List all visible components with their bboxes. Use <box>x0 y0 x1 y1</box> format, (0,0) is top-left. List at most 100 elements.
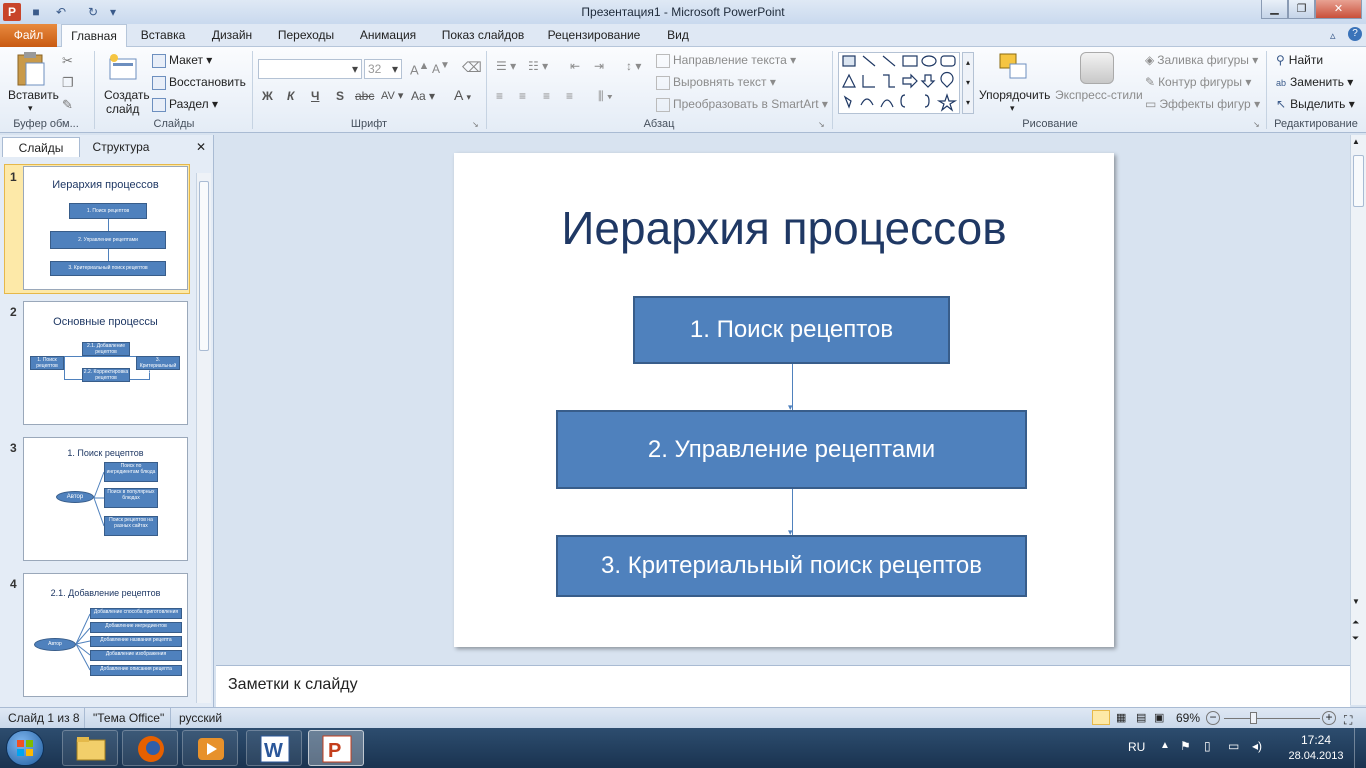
language-indicator[interactable]: русский <box>170 708 222 728</box>
arrange-button[interactable]: Упорядочить <box>979 88 1050 102</box>
grow-font-icon[interactable]: A▲ <box>410 60 429 77</box>
shapes-scroll[interactable]: ▴ ▾ ▾ <box>962 52 974 114</box>
show-desktop-button[interactable] <box>1354 728 1366 768</box>
cut-icon[interactable]: ✂ <box>62 53 73 69</box>
taskbar-explorer[interactable] <box>62 730 118 766</box>
font-size-combo[interactable]: 32 ▾ <box>364 59 402 79</box>
tab-transitions[interactable]: Переходы <box>271 24 341 47</box>
increase-indent-icon[interactable]: ⇥ <box>594 59 604 73</box>
copy-icon[interactable]: ❐ <box>62 75 74 91</box>
minimize-ribbon-icon[interactable]: ▵ <box>1330 29 1336 42</box>
arrange-icon[interactable] <box>998 52 1030 84</box>
find-button[interactable]: ⚲ Найти <box>1276 53 1323 67</box>
maximize-button[interactable]: ❐ <box>1288 0 1315 19</box>
paste-icon[interactable] <box>14 51 48 89</box>
scroll-down-icon[interactable]: ▼ <box>1352 597 1360 606</box>
align-left-icon[interactable]: ≡ <box>496 89 503 103</box>
zoom-slider[interactable] <box>1224 718 1320 719</box>
columns-icon[interactable]: ⫼ ▾ <box>598 89 613 104</box>
zoom-in-icon[interactable]: + <box>1322 711 1336 725</box>
slide-thumb-1[interactable]: Иерархия процессов 1. Поиск рецептов 2. … <box>23 166 188 290</box>
flag-icon[interactable]: ⚑ <box>1180 739 1191 753</box>
tab-review[interactable]: Рецензирование <box>541 24 647 47</box>
drawing-dialog-launcher-icon[interactable]: ↘ <box>1253 120 1260 129</box>
smartart-button[interactable]: Преобразовать в SmartArt ▾ <box>656 97 828 112</box>
replace-button[interactable]: ab Заменить ▾ <box>1276 75 1353 89</box>
process-box-2[interactable]: 2. Управление рецептами <box>556 410 1027 489</box>
scroll-up-icon[interactable]: ▲ <box>1352 137 1360 146</box>
justify-icon[interactable]: ≡ <box>566 89 573 103</box>
font-dialog-launcher-icon[interactable]: ↘ <box>472 120 479 129</box>
numbering-icon[interactable]: ☷ ▾ <box>528 59 548 73</box>
shadow-button[interactable]: S <box>336 89 344 103</box>
thumbs-scrollbar[interactable] <box>196 173 211 703</box>
align-right-icon[interactable]: ≡ <box>543 89 550 103</box>
tab-outline[interactable]: Структура <box>82 137 160 157</box>
volume-icon[interactable]: ◂) <box>1252 739 1262 753</box>
start-button[interactable] <box>6 730 44 766</box>
italic-button[interactable]: К <box>287 89 294 103</box>
prev-slide-icon[interactable]: ⏶ <box>1352 615 1359 629</box>
shrink-font-icon[interactable]: A▼ <box>432 60 450 76</box>
tab-design[interactable]: Дизайн <box>203 24 261 47</box>
align-text-button[interactable]: Выровнять текст ▾ <box>656 75 776 90</box>
shape-effects-button[interactable]: ▭ Эффекты фигур ▾ <box>1145 97 1260 111</box>
new-slide-label-1[interactable]: Создать <box>104 88 150 102</box>
zoom-out-icon[interactable]: − <box>1206 711 1220 725</box>
text-direction-button[interactable]: Направление текста ▾ <box>656 53 796 68</box>
shape-fill-button[interactable]: ◈ Заливка фигуры ▾ <box>1145 53 1258 67</box>
line-spacing-icon[interactable]: ↕ ▾ <box>626 59 641 73</box>
font-name-combo[interactable]: ▾ <box>258 59 362 79</box>
layout-button[interactable]: Макет ▾ <box>152 53 212 68</box>
reading-view-icon[interactable]: ▤ <box>1136 708 1146 728</box>
help-icon[interactable]: ? <box>1348 27 1362 41</box>
slide-canvas[interactable]: Иерархия процессов 1. Поиск рецептов ▾ 2… <box>454 153 1114 647</box>
tab-animation[interactable]: Анимация <box>351 24 425 47</box>
underline-button[interactable]: Ч <box>311 89 319 103</box>
bullets-icon[interactable]: ☰ ▾ <box>496 59 516 73</box>
clear-format-icon[interactable]: ⌫ <box>462 59 482 76</box>
thumbs-scroll-thumb[interactable] <box>199 181 209 351</box>
slide-thumb-4[interactable]: 2.1. Добавление рецептов Автор Добавлени… <box>23 573 188 697</box>
arrange-dropdown-icon[interactable]: ▾ <box>1010 103 1015 114</box>
align-center-icon[interactable]: ≡ <box>519 89 526 103</box>
zoom-slider-thumb[interactable] <box>1250 712 1257 724</box>
new-slide-label-2[interactable]: слайд <box>106 102 139 116</box>
next-slide-icon[interactable]: ⏷ <box>1352 631 1359 645</box>
paste-button[interactable]: Вставить <box>8 88 59 102</box>
decrease-indent-icon[interactable]: ⇤ <box>570 59 580 73</box>
notes-pane[interactable]: Заметки к слайду <box>216 665 1350 707</box>
section-button[interactable]: Раздел ▾ <box>152 97 218 112</box>
device-icon[interactable]: ▯ <box>1204 739 1211 753</box>
taskbar-word[interactable]: W <box>246 730 302 766</box>
clock-date[interactable]: 28.04.2013 <box>1284 750 1348 762</box>
process-box-3[interactable]: 3. Критериальный поиск рецептов <box>556 535 1027 597</box>
tab-home[interactable]: Главная <box>61 24 127 47</box>
fit-window-icon[interactable]: ⛶ <box>1344 710 1352 730</box>
theme-name[interactable]: "Тема Office" <box>84 708 164 728</box>
slide-title[interactable]: Иерархия процессов <box>454 201 1114 255</box>
minimize-button[interactable]: ▁ <box>1261 0 1288 19</box>
scroll-thumb[interactable] <box>1353 155 1364 207</box>
slideshow-icon[interactable]: ▣ <box>1154 708 1164 728</box>
bold-button[interactable]: Ж <box>262 89 273 103</box>
quick-styles-button[interactable]: Экспресс-стили <box>1055 88 1143 102</box>
clock-time[interactable]: 17:24 <box>1290 733 1342 747</box>
tab-slides[interactable]: Слайды <box>2 137 80 157</box>
shape-outline-button[interactable]: ✎ Контур фигуры ▾ <box>1145 75 1251 89</box>
slide-thumb-3[interactable]: 1. Поиск рецептов Автор Поиск по ингреди… <box>23 437 188 561</box>
new-slide-icon[interactable] <box>108 53 140 83</box>
process-box-1[interactable]: 1. Поиск рецептов <box>633 296 950 364</box>
editor-scrollbar[interactable]: ▲ ▼ ⏶ ⏷ <box>1350 135 1366 705</box>
close-pane-icon[interactable]: ✕ <box>196 140 206 154</box>
slide-thumb-2[interactable]: Основные процессы 2.1. Добавление рецепт… <box>23 301 188 425</box>
taskbar-firefox[interactable] <box>122 730 178 766</box>
paragraph-dialog-launcher-icon[interactable]: ↘ <box>818 120 825 129</box>
tab-file[interactable]: Файл <box>0 24 57 47</box>
change-case-button[interactable]: Aa ▾ <box>411 89 435 103</box>
strikethrough-button[interactable]: abc <box>355 89 374 103</box>
taskbar-media-player[interactable] <box>182 730 238 766</box>
spacing-button[interactable]: AV ▾ <box>381 89 403 102</box>
font-color-button[interactable]: A ▾ <box>454 87 471 103</box>
reset-button[interactable]: Восстановить <box>152 75 246 90</box>
